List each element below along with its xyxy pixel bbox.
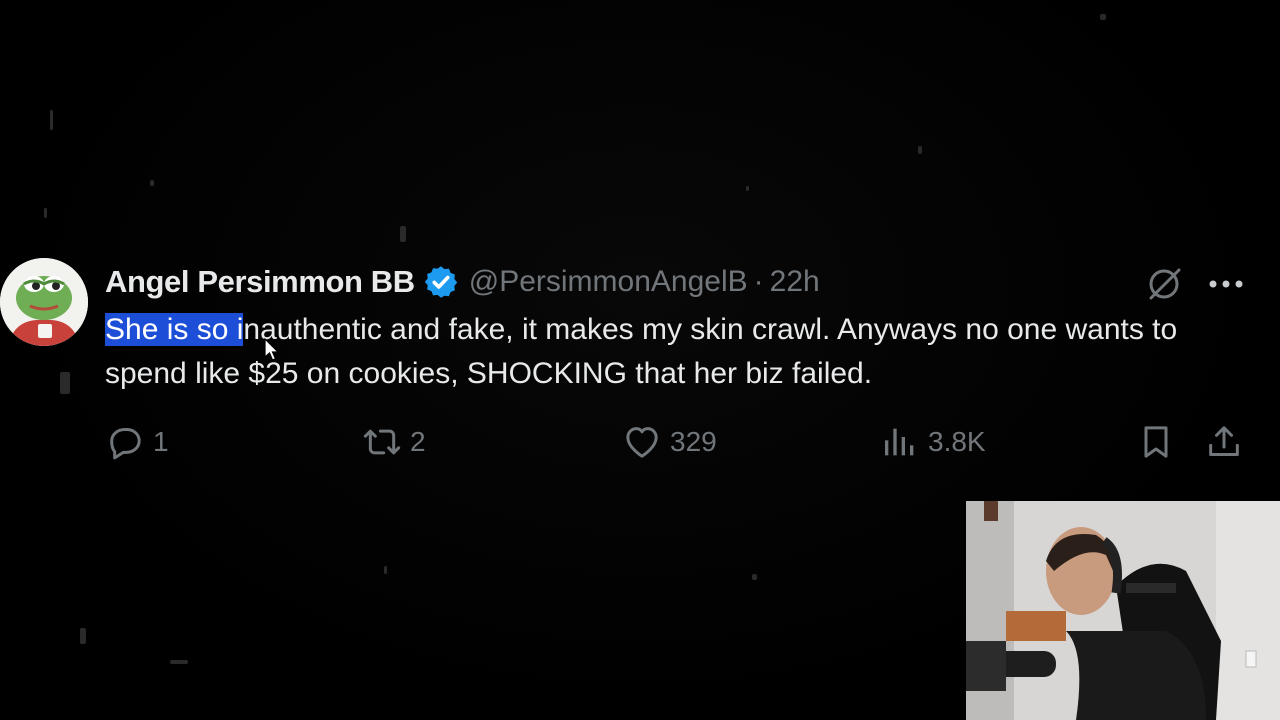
- background-speck: [150, 180, 154, 186]
- separator-dot: ·: [753, 265, 764, 298]
- reply-count: 1: [153, 426, 169, 457]
- frog-avatar-icon: [0, 258, 88, 346]
- view-count: 3.8K: [928, 426, 986, 457]
- share-button[interactable]: [1204, 422, 1244, 462]
- mouse-cursor-icon: [264, 338, 280, 361]
- repost-arrows-icon: [363, 429, 401, 455]
- like-count: 329: [670, 426, 717, 457]
- timestamp[interactable]: 22h: [770, 265, 820, 299]
- background-speck: [384, 566, 387, 574]
- selected-text: She is so i: [105, 313, 244, 346]
- tweet-actions: 1 2 329 3.8K: [0, 422, 1280, 466]
- user-handle[interactable]: @PersimmonAngelB: [469, 265, 748, 299]
- background-speck: [1100, 14, 1106, 20]
- streamer-webcam-image: [966, 501, 1280, 720]
- tweet-top-actions: [1144, 264, 1244, 304]
- verified-badge-icon[interactable]: [423, 264, 459, 300]
- reply-button[interactable]: 1: [105, 422, 169, 462]
- tweet-header: Angel Persimmon BB @PersimmonAngelB · 22…: [105, 262, 820, 302]
- grok-icon[interactable]: [1144, 264, 1184, 304]
- background-speck: [50, 110, 53, 130]
- views-button[interactable]: 3.8K: [880, 422, 986, 462]
- background-speck: [918, 146, 922, 154]
- repost-count: 2: [410, 426, 426, 457]
- background-speck: [80, 628, 86, 644]
- background-speck: [44, 208, 47, 218]
- bar-chart-icon: [885, 428, 914, 456]
- like-button[interactable]: 329: [622, 422, 717, 462]
- bookmark-icon: [1144, 426, 1168, 458]
- background-speck: [752, 574, 757, 580]
- tweet[interactable]: Angel Persimmon BB @PersimmonAngelB · 22…: [0, 256, 1280, 476]
- display-name[interactable]: Angel Persimmon BB: [105, 264, 415, 300]
- heart-icon: [626, 427, 658, 458]
- reply-bubble-icon: [110, 428, 141, 460]
- background-speck: [746, 186, 749, 191]
- repost-button[interactable]: 2: [362, 422, 426, 462]
- share-upload-icon: [1209, 426, 1239, 456]
- video-frame: Angel Persimmon BB @PersimmonAngelB · 22…: [0, 0, 1280, 720]
- bookmark-button[interactable]: [1136, 422, 1176, 462]
- avatar[interactable]: [0, 258, 88, 346]
- webcam-overlay: [966, 501, 1280, 720]
- background-speck: [170, 660, 188, 664]
- more-dots-icon[interactable]: [1208, 278, 1244, 290]
- background-speck: [400, 226, 406, 242]
